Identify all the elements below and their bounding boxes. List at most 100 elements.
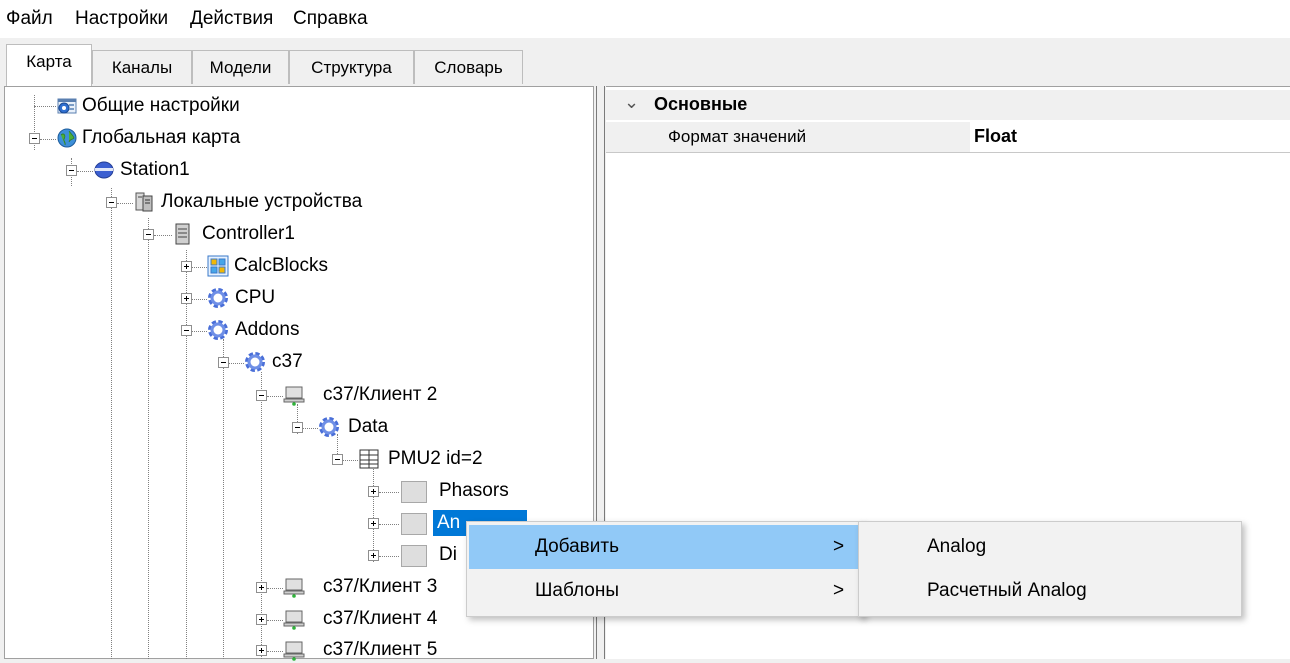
calc-blocks-icon bbox=[207, 255, 229, 277]
expand-toggle[interactable] bbox=[256, 645, 267, 656]
expand-toggle[interactable] bbox=[368, 518, 379, 529]
tree-node-label: Глобальная карта bbox=[82, 127, 241, 148]
property-category-row[interactable]: ⌄ Основные bbox=[606, 90, 1290, 120]
tree-line bbox=[373, 466, 374, 562]
collapse-toggle[interactable] bbox=[181, 325, 192, 336]
menu-file[interactable]: Файл bbox=[6, 8, 53, 30]
context-menu-item-label: Добавить bbox=[535, 536, 619, 557]
gear-icon bbox=[319, 417, 339, 437]
property-value-cell[interactable]: Float bbox=[970, 122, 1290, 152]
submenu-item-analog[interactable]: Analog bbox=[861, 525, 1239, 569]
expand-toggle[interactable] bbox=[368, 486, 379, 497]
tree-node-label: Station1 bbox=[120, 159, 190, 180]
property-value[interactable]: Float bbox=[974, 126, 1017, 147]
network-client-icon bbox=[283, 578, 305, 598]
folder-box-icon bbox=[401, 545, 427, 567]
tree-node-label: c37/Клиент 3 bbox=[323, 576, 438, 597]
tree-line bbox=[192, 299, 207, 300]
devices-icon bbox=[135, 192, 153, 212]
network-client-icon bbox=[283, 641, 305, 661]
tree-line bbox=[379, 524, 399, 525]
tab-dictionary[interactable]: Словарь bbox=[414, 50, 523, 84]
context-menu-item-templates[interactable]: Шаблоны > bbox=[469, 569, 861, 613]
collapse-toggle[interactable] bbox=[256, 390, 267, 401]
station-icon bbox=[94, 161, 114, 179]
tree-line bbox=[267, 620, 283, 621]
property-category-label: Основные bbox=[654, 94, 748, 114]
network-client-icon bbox=[283, 386, 305, 406]
tab-models[interactable]: Модели bbox=[192, 50, 289, 84]
submenu-item-label: Analog bbox=[927, 536, 987, 557]
context-submenu: Analog Расчетный Analog bbox=[858, 521, 1242, 617]
tree-line bbox=[148, 218, 149, 659]
context-menu-item-label: Шаблоны bbox=[535, 580, 620, 601]
settings-window-icon bbox=[57, 98, 77, 114]
tree-line bbox=[343, 460, 358, 461]
expand-toggle[interactable] bbox=[181, 261, 192, 272]
tree-node-label: Общие настройки bbox=[82, 95, 240, 116]
expand-toggle[interactable] bbox=[181, 293, 192, 304]
menu-actions[interactable]: Действия bbox=[190, 8, 273, 30]
globe-icon bbox=[57, 128, 77, 148]
context-menu-item-add[interactable]: Добавить > bbox=[469, 525, 861, 569]
submenu-item-calc-analog[interactable]: Расчетный Analog bbox=[861, 569, 1239, 613]
gear-icon bbox=[245, 352, 265, 372]
tree-node-label: c37/Клиент 5 bbox=[323, 639, 438, 660]
tree-line bbox=[267, 651, 283, 652]
collapse-toggle[interactable] bbox=[143, 229, 154, 240]
tree-line bbox=[379, 556, 399, 557]
tree-line bbox=[192, 267, 207, 268]
property-name: Формат значений bbox=[668, 127, 807, 146]
tree-node-label: c37/Клиент 4 bbox=[323, 608, 438, 629]
tree-line bbox=[77, 171, 93, 172]
submenu-item-label: Расчетный Analog bbox=[927, 580, 1087, 601]
collapse-toggle[interactable] bbox=[292, 422, 303, 433]
collapse-toggle[interactable] bbox=[66, 165, 77, 176]
tab-channels[interactable]: Каналы bbox=[92, 50, 192, 84]
chevron-down-icon[interactable]: ⌄ bbox=[624, 92, 639, 113]
expand-toggle[interactable] bbox=[256, 582, 267, 593]
collapse-toggle[interactable] bbox=[332, 454, 343, 465]
network-client-icon bbox=[283, 610, 305, 630]
folder-box-icon bbox=[401, 513, 427, 535]
tree-line bbox=[34, 106, 56, 107]
menu-help[interactable]: Справка bbox=[293, 8, 368, 30]
collapse-toggle[interactable] bbox=[106, 197, 117, 208]
tree-node-label: CalcBlocks bbox=[234, 255, 328, 276]
tree-line bbox=[223, 339, 224, 659]
collapse-toggle[interactable] bbox=[29, 133, 40, 144]
tree-node-label: c37 bbox=[272, 351, 303, 372]
tree-line bbox=[40, 139, 56, 140]
tree-node-label: PMU2 id=2 bbox=[388, 448, 483, 469]
tree-line bbox=[267, 588, 283, 589]
tree-line bbox=[192, 331, 207, 332]
tree-node-label: Di bbox=[439, 544, 457, 565]
folder-box-icon bbox=[401, 481, 427, 503]
tree-line bbox=[111, 188, 112, 659]
tree-line bbox=[186, 250, 187, 659]
gear-icon bbox=[208, 288, 228, 308]
tree-node-label: Data bbox=[348, 416, 389, 437]
menu-settings[interactable]: Настройки bbox=[75, 8, 168, 30]
tree-line bbox=[303, 428, 318, 429]
table-icon bbox=[359, 449, 379, 469]
expand-toggle[interactable] bbox=[368, 550, 379, 561]
gear-icon bbox=[208, 320, 228, 340]
tree-line bbox=[267, 396, 283, 397]
tree-line bbox=[379, 492, 399, 493]
context-menu: Добавить > Шаблоны > bbox=[466, 521, 864, 617]
divider bbox=[606, 152, 1290, 153]
tree-node-label: Controller1 bbox=[202, 223, 295, 244]
tree-line bbox=[117, 203, 133, 204]
submenu-arrow-icon: > bbox=[833, 580, 845, 601]
expand-toggle[interactable] bbox=[256, 614, 267, 625]
server-icon bbox=[175, 223, 190, 245]
tree-line bbox=[154, 235, 172, 236]
collapse-toggle[interactable] bbox=[218, 357, 229, 368]
tree-node-label: c37/Клиент 2 bbox=[323, 384, 438, 405]
submenu-arrow-icon: > bbox=[833, 536, 845, 557]
tab-structure[interactable]: Структура bbox=[289, 50, 414, 84]
tree-node-label: Phasors bbox=[439, 480, 509, 501]
tab-map[interactable]: Карта bbox=[6, 44, 92, 86]
tree-node-label: CPU bbox=[235, 287, 276, 308]
